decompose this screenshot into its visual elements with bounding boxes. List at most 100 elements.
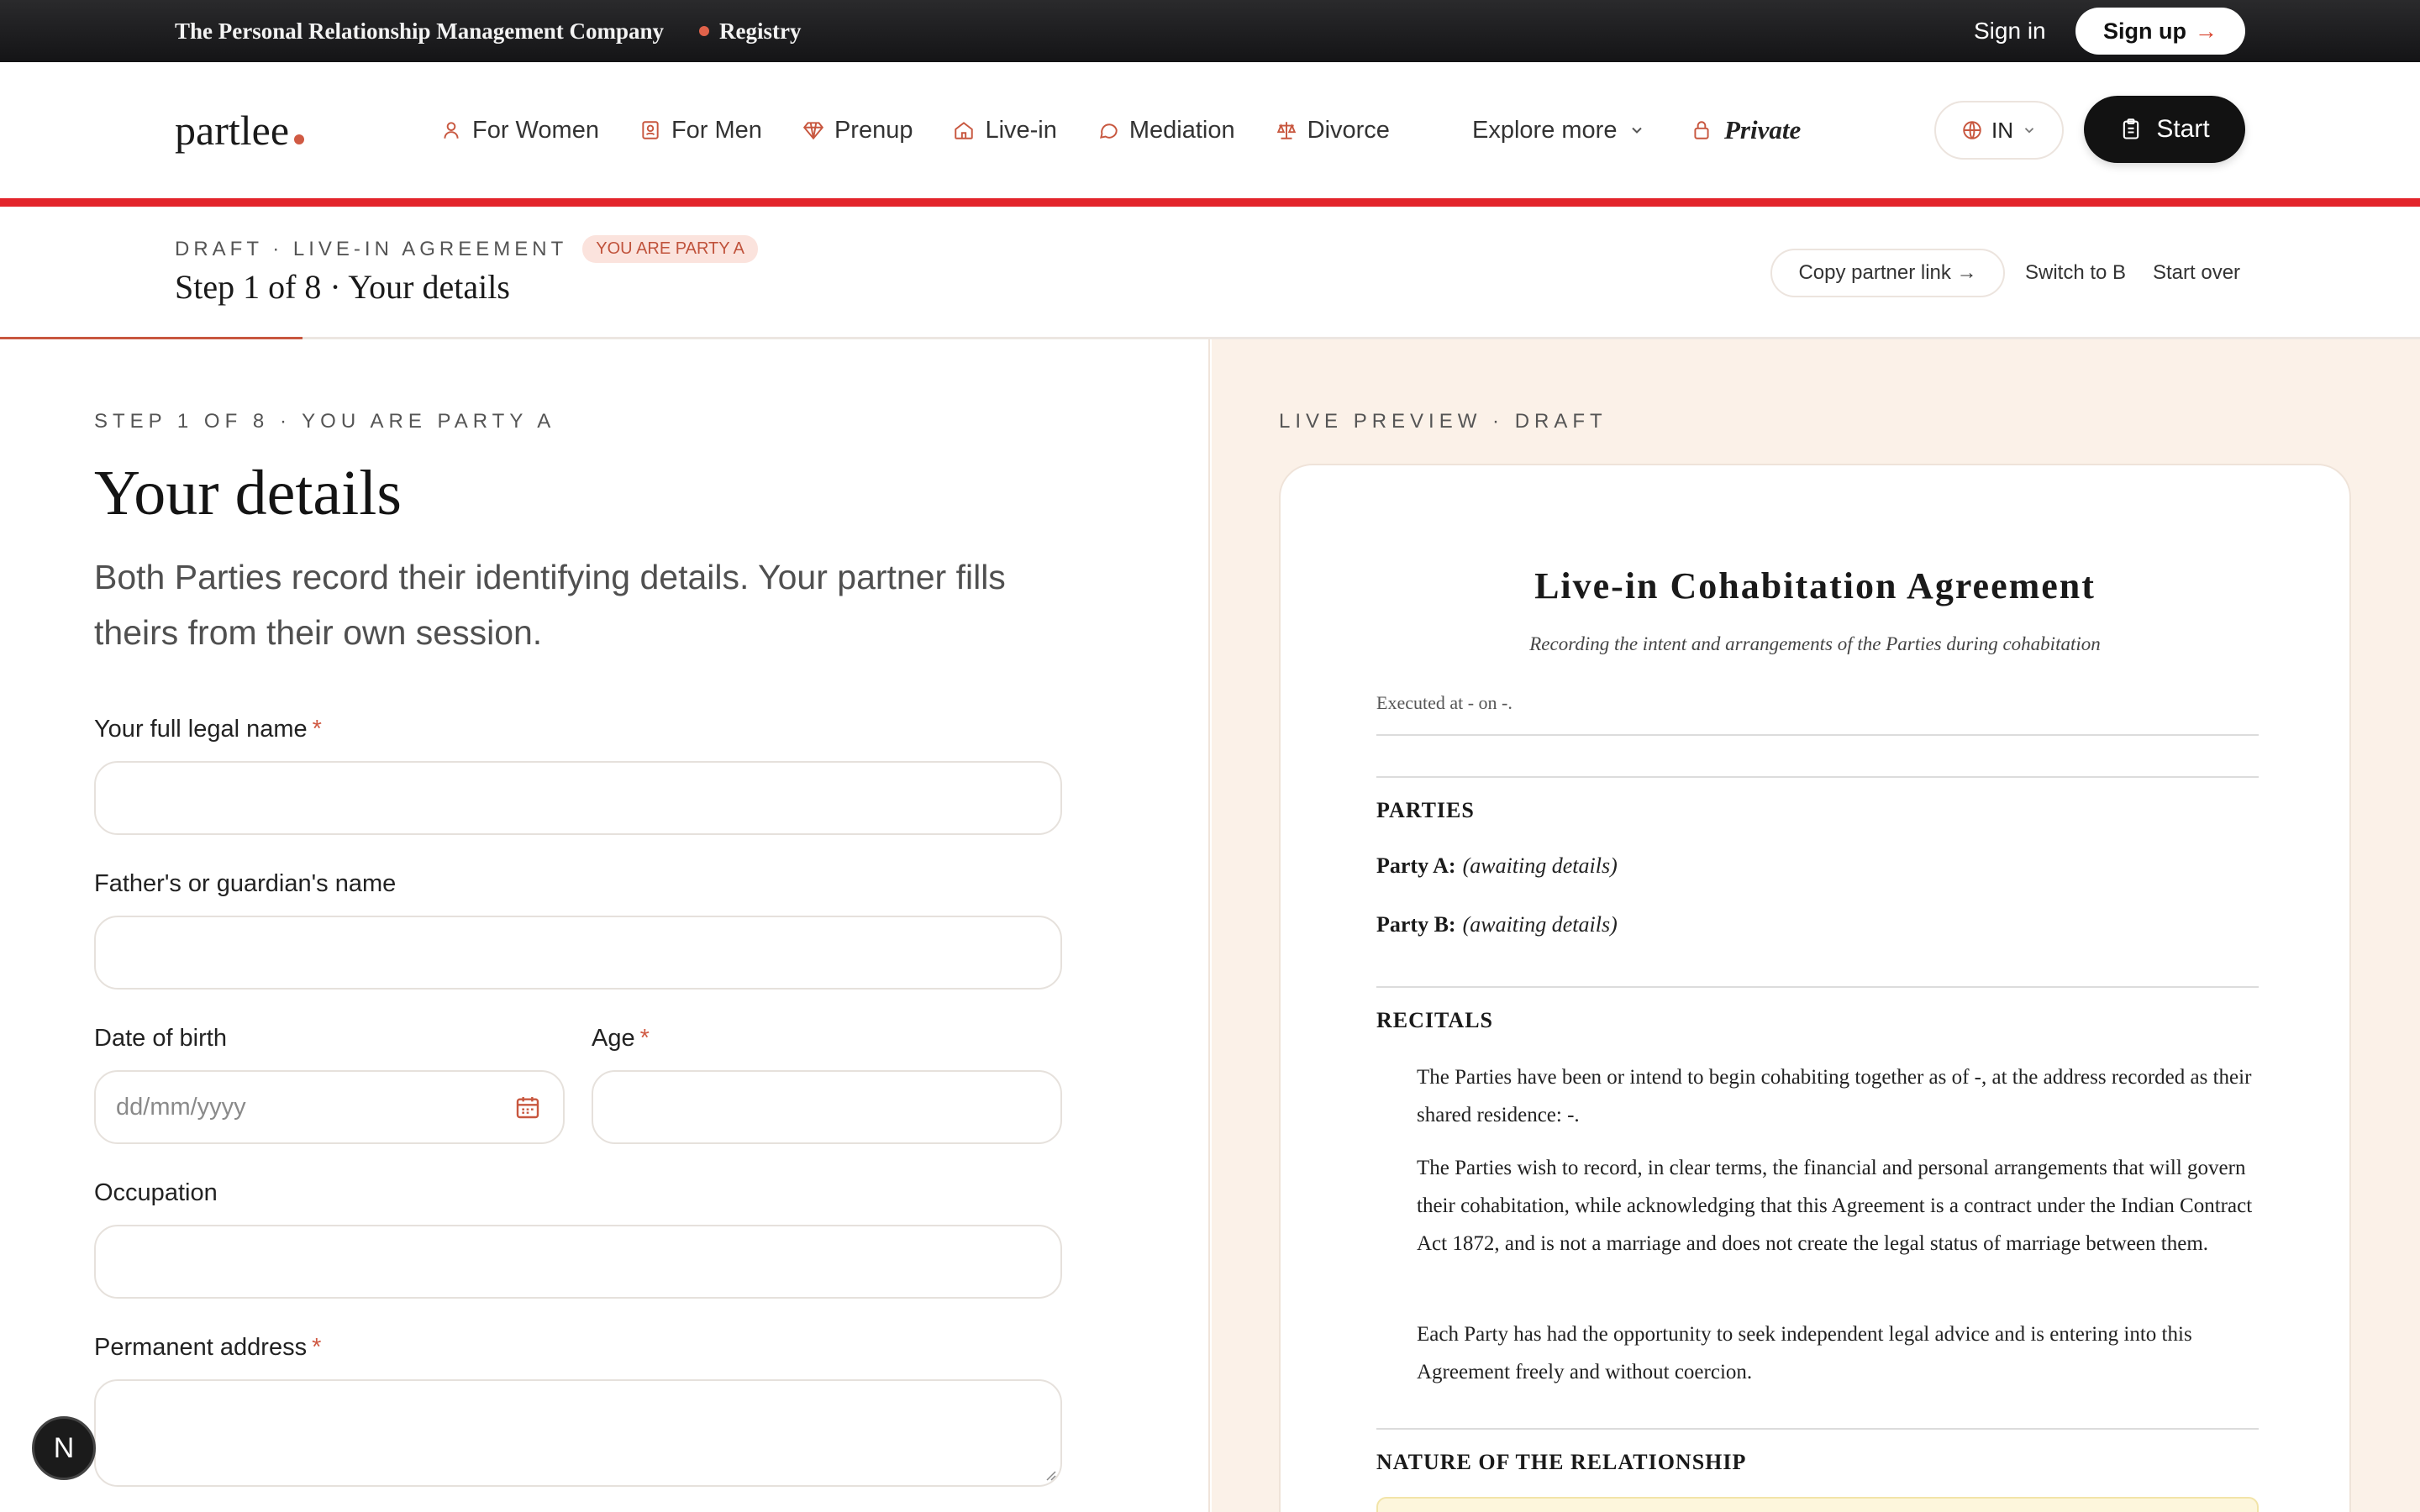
nav-label: Live-in <box>985 116 1057 144</box>
dob-input[interactable]: dd/mm/yyyy <box>94 1070 565 1144</box>
recital-paragraph: The Parties wish to record, in clear ter… <box>1417 1157 2253 1255</box>
agreement-preview-document: Live-in Cohabitation Agreement Recording… <box>1279 464 2351 1512</box>
explore-more-dropdown[interactable]: Explore more <box>1472 62 1645 198</box>
draft-header: DRAFT · LIVE-IN AGREEMENT YOU ARE PARTY … <box>0 207 2420 339</box>
nav-label: For Women <box>472 116 599 144</box>
nav-item-prenup[interactable]: Prenup <box>802 117 913 144</box>
nav-label: Divorce <box>1307 116 1390 144</box>
step-title: Step 1 of 8 · Your details <box>175 268 510 306</box>
globe-icon <box>1963 121 1981 139</box>
guardian-name-label: Father's or guardian's name <box>94 870 397 897</box>
main-navigation: partlee For Women For Men Prenup Live-in… <box>0 62 2420 198</box>
accent-divider <box>0 198 2420 207</box>
clipboard-icon <box>2123 118 2139 139</box>
address-label: Permanent address * <box>94 1334 321 1362</box>
full-name-label: Your full legal name * <box>94 716 322 743</box>
calendar-icon[interactable] <box>514 1094 541 1121</box>
full-name-input[interactable] <box>94 761 1062 835</box>
age-input[interactable] <box>592 1070 1062 1144</box>
language-label: IN <box>1991 117 2013 143</box>
address-label-text: Permanent address <box>94 1334 308 1361</box>
private-link[interactable]: Private <box>1691 62 1801 198</box>
dev-tools-badge[interactable]: N <box>32 1416 96 1480</box>
nav-label: Mediation <box>1128 116 1235 144</box>
party-b-label: Party B: <box>1376 912 1456 937</box>
form-heading: Your details <box>94 458 402 528</box>
id-badge-icon <box>642 121 659 139</box>
step-eyebrow: STEP 1 OF 8 · YOU ARE PARTY A <box>94 410 556 433</box>
draft-eyebrow-text: DRAFT · LIVE-IN AGREEMENT <box>175 237 568 260</box>
company-tagline: The Personal Relationship Management Com… <box>175 18 665 44</box>
agreement-title: Live-in Cohabitation Agreement <box>1534 565 2096 606</box>
divider <box>1376 734 2259 736</box>
nav-item-for-men[interactable]: For Men <box>639 117 762 144</box>
person-icon <box>444 122 459 139</box>
nav-item-for-women[interactable]: For Women <box>440 117 599 144</box>
occupation-label: Occupation <box>94 1179 218 1206</box>
scales-icon <box>1276 122 1296 139</box>
start-button[interactable]: Start <box>2084 96 2245 163</box>
required-marker: * <box>312 716 322 743</box>
address-textarea[interactable] <box>94 1379 1062 1487</box>
start-over-button[interactable]: Start over <box>2153 249 2240 297</box>
parties-heading: PARTIES <box>1376 798 1475 822</box>
divider <box>1376 1428 2259 1430</box>
logo-text: partlee <box>175 107 290 154</box>
logo[interactable]: partlee <box>175 106 305 155</box>
sign-up-button[interactable]: Sign up → <box>2075 8 2245 55</box>
tagline-group: The Personal Relationship Management Com… <box>175 0 802 62</box>
occupation-input[interactable] <box>94 1225 1062 1299</box>
nav-item-live-in[interactable]: Live-in <box>953 116 1057 144</box>
preview-eyebrow: LIVE PREVIEW · DRAFT <box>1279 410 1607 433</box>
divider <box>1376 986 2259 988</box>
nature-heading: NATURE OF THE RELATIONSHIP <box>1376 1450 1747 1474</box>
registry-label: Registry <box>719 18 802 44</box>
highlight-notice-box <box>1376 1497 2259 1512</box>
preview-pane: LIVE PREVIEW · DRAFT Live-in Cohabitatio… <box>1212 339 2420 1512</box>
sign-in-link[interactable]: Sign in <box>1974 0 2046 62</box>
copy-partner-link-button[interactable]: Copy partner link → <box>1770 249 2005 297</box>
chevron-down-icon <box>1632 127 1643 134</box>
language-selector[interactable]: IN <box>1934 101 2064 160</box>
resize-handle-icon[interactable] <box>1044 1468 1057 1482</box>
required-marker: * <box>312 1334 322 1361</box>
recital-paragraph: Each Party has had the opportunity to se… <box>1417 1323 2192 1383</box>
required-marker: * <box>639 1025 650 1052</box>
explore-more-label: Explore more <box>1472 116 1618 144</box>
diamond-icon <box>802 122 824 140</box>
start-label: Start <box>2156 115 2210 143</box>
party-b-line: Party B: (awaiting details) <box>1376 912 1618 937</box>
recitals-heading: RECITALS <box>1376 1008 1494 1032</box>
switch-party-button[interactable]: Switch to B <box>2025 249 2126 297</box>
draft-eyebrow: DRAFT · LIVE-IN AGREEMENT YOU ARE PARTY … <box>175 235 759 263</box>
nav-item-divorce[interactable]: Divorce <box>1276 117 1390 144</box>
recital-paragraph: The Parties have been or intend to begin… <box>1417 1066 2252 1126</box>
chat-bubble-icon <box>1099 123 1118 139</box>
registry-link[interactable]: Registry <box>699 18 802 45</box>
arrow-right-icon: → <box>2194 18 2217 44</box>
home-icon <box>955 122 974 139</box>
agreement-subtitle: Recording the intent and arrangements of… <box>1529 633 2101 654</box>
divider <box>1376 776 2259 778</box>
nav-items: For Women For Men Prenup Live-in Mediati… <box>440 62 1430 198</box>
chevron-down-icon <box>2024 128 2034 134</box>
nav-label: Prenup <box>834 116 913 144</box>
guardian-name-input[interactable] <box>94 916 1062 990</box>
form-pane: STEP 1 OF 8 · YOU ARE PARTY A Your detai… <box>0 339 1210 1512</box>
nav-item-mediation[interactable]: Mediation <box>1097 117 1235 144</box>
age-label-text: Age <box>592 1025 635 1052</box>
top-announcement-bar: The Personal Relationship Management Com… <box>0 0 2420 62</box>
party-a-label: Party A: <box>1376 853 1456 878</box>
private-label: Private <box>1724 115 1802 144</box>
execution-line: Executed at - on -. <box>1376 692 1512 713</box>
sign-up-label: Sign up <box>2103 18 2186 44</box>
lock-icon <box>1694 121 1709 139</box>
form-description: Both Parties record their identifying de… <box>94 558 1006 652</box>
party-badge: YOU ARE PARTY A <box>582 235 759 263</box>
registry-dot-icon <box>699 26 710 36</box>
dob-placeholder: dd/mm/yyyy <box>116 1093 246 1121</box>
nav-label: For Men <box>671 116 762 144</box>
logo-dot-icon <box>294 134 305 144</box>
dob-label: Date of birth <box>94 1025 227 1052</box>
age-label: Age * <box>592 1025 650 1053</box>
